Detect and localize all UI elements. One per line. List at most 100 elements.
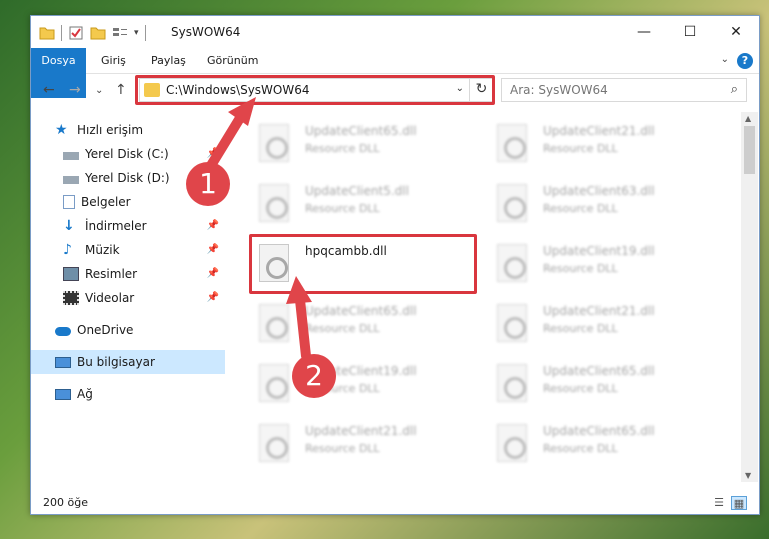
sidebar-item-label: OneDrive — [77, 323, 134, 337]
file-item[interactable]: UpdateClient65.dll Resource DLL — [491, 358, 711, 408]
dll-file-icon — [497, 184, 527, 222]
file-name: UpdateClient65.dll — [543, 424, 655, 438]
file-type: Resource DLL — [305, 442, 380, 455]
help-icon[interactable]: ? — [737, 53, 753, 69]
scroll-thumb[interactable] — [744, 126, 755, 174]
tab-home[interactable]: Giriş — [91, 48, 136, 74]
details-view-icon[interactable]: ☰ — [711, 496, 727, 510]
file-name: UpdateClient5.dll — [305, 184, 409, 198]
status-bar: 200 öğe ☰ ▦ — [31, 492, 759, 516]
sidebar-item-label: Resimler — [85, 267, 138, 281]
sidebar-item-label: Videolar — [85, 291, 135, 305]
pin-icon[interactable]: 📌 — [207, 292, 219, 303]
maximize-button[interactable]: ☐ — [667, 16, 713, 48]
file-type: Resource DLL — [305, 202, 380, 215]
quick-access-toolbar: ▾ — [39, 24, 146, 42]
file-item[interactable]: UpdateClient21.dll Resource DLL — [491, 118, 711, 168]
dll-file-icon — [259, 124, 289, 162]
properties-icon[interactable] — [68, 26, 84, 40]
sidebar-item-label: Bu bilgisayar — [77, 355, 155, 369]
cloud-icon — [55, 327, 71, 336]
file-item[interactable]: UpdateClient21.dll Resource DLL — [253, 418, 473, 468]
drive-icon — [63, 152, 79, 160]
sidebar-item-videos[interactable]: Videolar 📌 — [31, 286, 225, 310]
close-button[interactable]: ✕ — [713, 16, 759, 48]
sidebar-item-label: Yerel Disk (D:) — [85, 171, 170, 185]
file-item[interactable]: UpdateClient65.dll Resource DLL — [253, 298, 473, 348]
file-item[interactable]: UpdateClient19.dll Resource DLL — [491, 238, 711, 288]
drive-icon — [63, 176, 79, 184]
title-bar: ▾ SysWOW64 — ☐ ✕ — [31, 16, 759, 48]
scroll-up-icon[interactable]: ▲ — [745, 114, 751, 123]
sidebar-item-label: Hızlı erişim — [77, 123, 144, 137]
file-name: UpdateClient65.dll — [543, 364, 655, 378]
file-name: UpdateClient21.dll — [305, 424, 417, 438]
dll-file-icon — [259, 364, 289, 402]
file-item[interactable]: UpdateClient19.dll Resource DLL — [253, 358, 473, 408]
sidebar-item-music[interactable]: ♪ Müzik 📌 — [31, 238, 225, 262]
expand-ribbon-icon[interactable]: ⌄ — [721, 54, 729, 65]
tab-share[interactable]: Paylaş — [141, 48, 196, 74]
file-type: Resource DLL — [543, 262, 618, 275]
scroll-down-icon[interactable]: ▼ — [745, 471, 751, 480]
callout-badge-two: 2 — [292, 354, 336, 398]
sidebar-item-label: İndirmeler — [85, 219, 147, 233]
sidebar-item-label: Müzik — [85, 243, 120, 257]
sidebar-item-downloads[interactable]: ↓ İndirmeler 📌 — [31, 214, 225, 238]
file-item[interactable]: UpdateClient5.dll Resource DLL — [253, 178, 473, 228]
dll-file-icon — [497, 424, 527, 462]
file-type: Resource DLL — [543, 202, 618, 215]
file-name: UpdateClient63.dll — [543, 184, 655, 198]
recent-locations-icon[interactable]: ⌄ — [95, 85, 103, 96]
file-item[interactable]: UpdateClient65.dll Resource DLL — [491, 418, 711, 468]
music-icon: ♪ — [63, 242, 72, 258]
file-name: UpdateClient65.dll — [305, 304, 417, 318]
search-input[interactable] — [510, 83, 710, 97]
ribbon-tabs: Dosya Giriş Paylaş Görünüm ⌄ ? — [31, 48, 759, 98]
tiles-view-icon[interactable]: ▦ — [731, 496, 747, 510]
sidebar-item-quick-access[interactable]: ★ Hızlı erişim — [31, 118, 225, 142]
pin-icon[interactable]: 📌 — [207, 148, 219, 159]
search-icon[interactable]: ⌕ — [731, 82, 738, 97]
explorer-window: ▾ SysWOW64 — ☐ ✕ Dosya Giriş Paylaş Görü… — [30, 15, 760, 515]
back-arrow-icon[interactable]: ← — [43, 82, 55, 98]
file-type: Resource DLL — [305, 142, 380, 155]
sidebar-item-onedrive[interactable]: OneDrive — [31, 318, 225, 342]
dll-file-icon — [259, 184, 289, 222]
pin-icon[interactable]: 📌 — [207, 268, 219, 279]
customize-icon[interactable] — [112, 26, 128, 40]
pin-icon[interactable]: 📌 — [207, 244, 219, 255]
tab-view[interactable]: Görünüm — [197, 48, 268, 74]
computer-icon — [55, 356, 71, 368]
minimize-button[interactable]: — — [621, 16, 667, 48]
video-icon — [63, 291, 79, 305]
file-type: Resource DLL — [305, 322, 380, 335]
sidebar-item-this-pc[interactable]: Bu bilgisayar — [31, 350, 225, 374]
search-box[interactable]: ⌕ — [501, 78, 747, 102]
file-name: UpdateClient19.dll — [543, 244, 655, 258]
file-item[interactable]: UpdateClient21.dll Resource DLL — [491, 298, 711, 348]
pin-icon[interactable]: 📌 — [207, 220, 219, 231]
dll-file-icon — [497, 244, 527, 282]
sidebar-item-pictures[interactable]: Resimler 📌 — [31, 262, 225, 286]
file-item[interactable]: UpdateClient65.dll Resource DLL — [253, 118, 473, 168]
file-item[interactable]: UpdateClient63.dll Resource DLL — [491, 178, 711, 228]
up-arrow-icon[interactable]: ↑ — [115, 82, 127, 98]
file-type: Resource DLL — [543, 382, 618, 395]
qa-dropdown-icon[interactable]: ▾ — [134, 28, 139, 38]
new-folder-icon[interactable] — [90, 26, 106, 40]
network-icon — [55, 388, 71, 400]
item-count: 200 öğe — [43, 496, 88, 509]
forward-arrow-icon[interactable]: → — [69, 82, 81, 98]
sidebar-item-network[interactable]: Ağ — [31, 382, 225, 406]
file-name: UpdateClient21.dll — [543, 124, 655, 138]
vertical-scrollbar[interactable]: ▲ ▼ — [741, 112, 758, 482]
file-type: Resource DLL — [543, 322, 618, 335]
pictures-icon — [63, 267, 79, 281]
dll-file-icon — [497, 304, 527, 342]
sidebar-item-label: Ağ — [77, 387, 93, 401]
toolbar-divider — [144, 25, 146, 41]
sidebar-item-disk-c[interactable]: Yerel Disk (C:) 📌 — [31, 142, 225, 166]
window-title: SysWOW64 — [171, 25, 241, 39]
highlight-file — [249, 234, 477, 294]
